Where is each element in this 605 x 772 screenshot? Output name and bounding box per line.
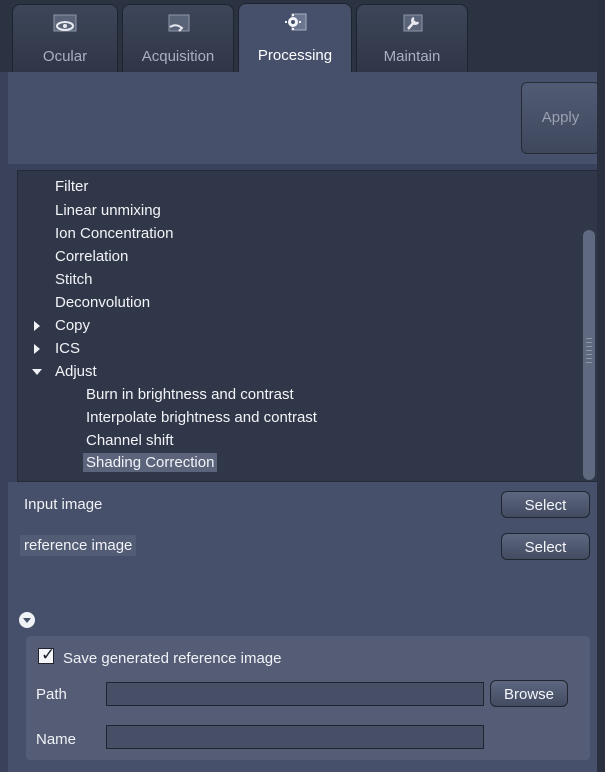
acquisition-icon: [168, 14, 190, 32]
tree-item-copy[interactable]: Copy: [55, 317, 90, 334]
name-field[interactable]: [106, 725, 484, 749]
collapse-adjust-icon[interactable]: [32, 369, 42, 375]
reference-image-label: reference image: [20, 535, 137, 556]
path-label: Path: [36, 686, 67, 703]
save-reference-checkbox[interactable]: ✓: [38, 645, 56, 664]
collapse-options-icon[interactable]: [19, 612, 35, 628]
tree-item-ics[interactable]: ICS: [55, 340, 80, 357]
path-field[interactable]: [106, 682, 484, 706]
apply-area: [8, 72, 597, 164]
tree-item-filter[interactable]: Filter: [55, 178, 88, 195]
tree-item-correlation[interactable]: Correlation: [55, 248, 128, 265]
tab-bar: Ocular Acquisition Processing Maintain: [0, 0, 605, 73]
input-image-label: Input image: [24, 496, 103, 513]
tree-item-ion-concentration[interactable]: Ion Concentration: [55, 225, 173, 242]
tab-processing[interactable]: Processing: [238, 3, 352, 73]
eye-icon: [53, 14, 77, 32]
tab-maintain[interactable]: Maintain: [356, 4, 468, 72]
reference-image-select-button[interactable]: Select: [501, 533, 590, 560]
apply-button[interactable]: Apply: [521, 82, 600, 154]
tree-item-stitch[interactable]: Stitch: [55, 271, 93, 288]
tab-acquisition[interactable]: Acquisition: [122, 4, 234, 72]
tree-item-interpolate[interactable]: Interpolate brightness and contrast: [86, 409, 317, 426]
gear-icon: [285, 13, 307, 31]
tab-acquisition-label: Acquisition: [141, 48, 215, 65]
tree-scrollbar[interactable]: [583, 230, 595, 480]
tab-maintain-label: Maintain: [383, 48, 441, 65]
expand-ics-icon[interactable]: [34, 344, 40, 354]
input-image-select-button[interactable]: Select: [501, 491, 590, 518]
browse-button[interactable]: Browse: [490, 680, 568, 707]
wrench-icon: [403, 14, 423, 32]
tree-item-linear-unmixing[interactable]: Linear unmixing: [55, 202, 161, 219]
tree-item-deconvolution[interactable]: Deconvolution: [55, 294, 150, 311]
tab-ocular[interactable]: Ocular: [12, 4, 118, 72]
name-label: Name: [36, 731, 77, 748]
tree-item-shading-correction[interactable]: Shading Correction: [83, 453, 218, 472]
tab-ocular-label: Ocular: [42, 48, 88, 65]
tree-item-adjust[interactable]: Adjust: [55, 363, 97, 380]
expand-copy-icon[interactable]: [34, 321, 40, 331]
tab-processing-label: Processing: [257, 47, 333, 64]
tree-item-channel-shift[interactable]: Channel shift: [86, 432, 174, 449]
scrollbar-grip-icon: [586, 338, 592, 366]
checkmark-icon: ✓: [41, 645, 56, 664]
tree-item-burn-in[interactable]: Burn in brightness and contrast: [86, 386, 294, 403]
right-border: [597, 0, 605, 772]
save-reference-label: Save generated reference image: [63, 650, 282, 667]
